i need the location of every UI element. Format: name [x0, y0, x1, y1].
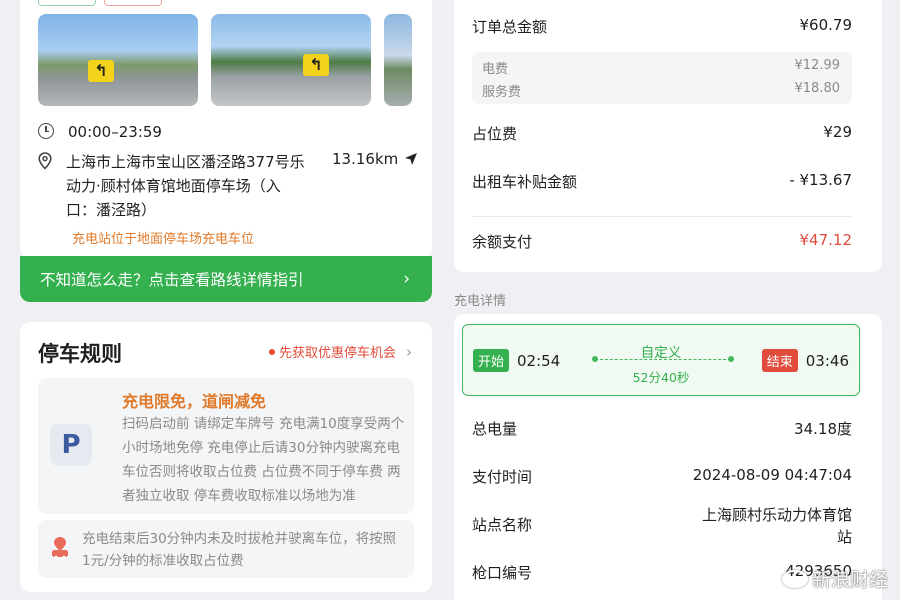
end-time: 03:46 — [805, 351, 849, 370]
end-time-group: 结束 03:46 — [761, 349, 849, 372]
station-photo[interactable]: ↰ — [38, 14, 198, 106]
station-name-value: 上海顾村乐动力体育馆站 — [701, 506, 852, 546]
order-total-row: 订单总金额 ¥60.79 — [472, 16, 852, 37]
watermark: 新浪财经 — [781, 565, 888, 592]
taxi-subsidy-row: 出租车补贴金额 - ¥13.67 — [472, 171, 852, 192]
location-note: 充电站位于地面停车场充电车位 — [72, 232, 255, 247]
watermark-text: 新浪财经 — [811, 569, 888, 591]
opening-hours: 00:00–23:59 — [68, 123, 162, 141]
route-guide-button[interactable]: 不知道怎么走？点击查看路线详情指引 › — [20, 256, 432, 302]
distance-value: 13.16km — [332, 150, 399, 168]
turn-arrow-icon: ↰ — [88, 60, 114, 82]
weibo-logo-icon — [781, 569, 808, 588]
parking-p-icon: P — [50, 424, 92, 466]
charging-time-range: 开始 02:54 自定义 52分40秒 结束 03:46 — [462, 324, 860, 396]
station-tag — [104, 0, 162, 6]
payment-time-label: 支付时间 — [472, 468, 533, 486]
occupancy-fee-value: ¥29 — [823, 123, 852, 141]
taxi-subsidy-value: - ¥13.67 — [789, 171, 852, 189]
promo-dot-icon — [268, 348, 275, 355]
station-name-label: 站点名称 — [472, 516, 533, 534]
balance-payment-row: 余额支付 ¥47.12 — [472, 231, 852, 252]
distance-nav[interactable]: 13.16km — [332, 150, 418, 168]
parking-rules-title: 停车规则 — [38, 342, 122, 366]
total-energy-value: 34.18度 — [794, 420, 852, 438]
total-energy-row: 总电量 34.18度 — [472, 418, 852, 439]
parking-rules-card: 停车规则 先获取优惠停车机会 › P 充电限免，道闸减免 扫码启动前 请绑定车牌… — [20, 322, 432, 592]
gun-number-label: 枪口编号 — [472, 564, 533, 582]
end-badge: 结束 — [761, 349, 798, 372]
chevron-right-icon: › — [406, 342, 412, 361]
service-fee-value: ¥18.80 — [794, 81, 841, 96]
payment-time-value: 2024-08-09 04:47:04 — [692, 466, 852, 484]
location-pin-icon — [38, 152, 52, 170]
parking-promo-label: 先获取优惠停车机会 — [278, 346, 396, 361]
hours-row: 00:00–23:59 — [38, 120, 162, 144]
taxi-subsidy-label: 出租车补贴金额 — [472, 173, 578, 191]
order-fee-card: 订单总金额 ¥60.79 电费 ¥12.99 服务费 ¥18.80 占位费 ¥2… — [454, 0, 882, 272]
charging-detail-title: 充电详情 — [454, 294, 507, 309]
total-energy-label: 总电量 — [472, 420, 518, 438]
free-parking-rule: P 充电限免，道闸减免 扫码启动前 请绑定车牌号 充电满10度享受两个小时场地免… — [38, 378, 414, 514]
charging-detail-card: 开始 02:54 自定义 52分40秒 结束 03:46 总电量 34.18度 … — [454, 314, 882, 600]
order-total-label: 订单总金额 — [472, 18, 548, 36]
balance-payment-value: ¥47.12 — [799, 231, 853, 249]
occupancy-warning-text: 充电结束后30分钟内未及时拔枪并驶离车位，将按照1元/分钟的标准收取占位费 — [82, 531, 397, 569]
station-photo-carousel[interactable]: ↰ ↰ — [38, 14, 412, 106]
fee-divider — [472, 216, 852, 217]
service-fee-label: 服务费 — [482, 85, 522, 100]
station-photo[interactable]: ↰ — [211, 14, 371, 106]
station-tag — [38, 0, 96, 6]
electricity-fee-value: ¥12.99 — [794, 58, 841, 73]
occupancy-fee-row: 占位费 ¥29 — [472, 123, 852, 144]
route-guide-label: 不知道怎么走？点击查看路线详情指引 — [40, 271, 304, 289]
occupancy-warning: 充电结束后30分钟内未及时拔枪并驶离车位，将按照1元/分钟的标准收取占位费 — [38, 520, 414, 578]
car-warning-icon — [52, 537, 68, 560]
address-row: 上海市上海市宝山区潘泾路377号乐动力·顾村体育馆地面停车场（入口：潘泾路） — [38, 150, 306, 222]
station-info-card: ↰ ↰ 00:00–23:59 上海市上海市宝山区潘泾路377号乐动力·顾村体育… — [20, 0, 432, 258]
rule-description: 扫码启动前 请绑定车牌号 充电满10度享受两个小时场地免停 充电停止后请30分钟… — [122, 416, 405, 504]
station-photo[interactable] — [384, 14, 412, 106]
payment-time-row: 支付时间 2024-08-09 04:47:04 — [472, 466, 852, 487]
parking-promo-link[interactable]: 先获取优惠停车机会 › — [268, 342, 412, 361]
order-total-value: ¥60.79 — [799, 16, 853, 34]
station-name-row: 站点名称 上海顾村乐动力体育馆站 — [472, 504, 852, 548]
clock-icon — [38, 123, 54, 139]
turn-arrow-icon: ↰ — [303, 54, 329, 76]
fee-breakdown: 电费 ¥12.99 服务费 ¥18.80 — [472, 52, 852, 104]
station-tags — [38, 0, 162, 6]
chevron-right-icon: › — [403, 269, 410, 289]
rule-headline: 充电限免，道闸减免 — [122, 392, 267, 411]
balance-payment-label: 余额支付 — [472, 233, 533, 251]
station-address: 上海市上海市宝山区潘泾路377号乐动力·顾村体育馆地面停车场（入口：潘泾路） — [66, 153, 305, 219]
occupancy-fee-label: 占位费 — [472, 125, 518, 143]
duration-line — [592, 356, 734, 362]
navigate-arrow-icon[interactable] — [404, 152, 418, 166]
electricity-fee-row: 电费 ¥12.99 — [482, 58, 840, 77]
electricity-fee-label: 电费 — [482, 62, 509, 77]
service-fee-row: 服务费 ¥18.80 — [482, 81, 840, 100]
